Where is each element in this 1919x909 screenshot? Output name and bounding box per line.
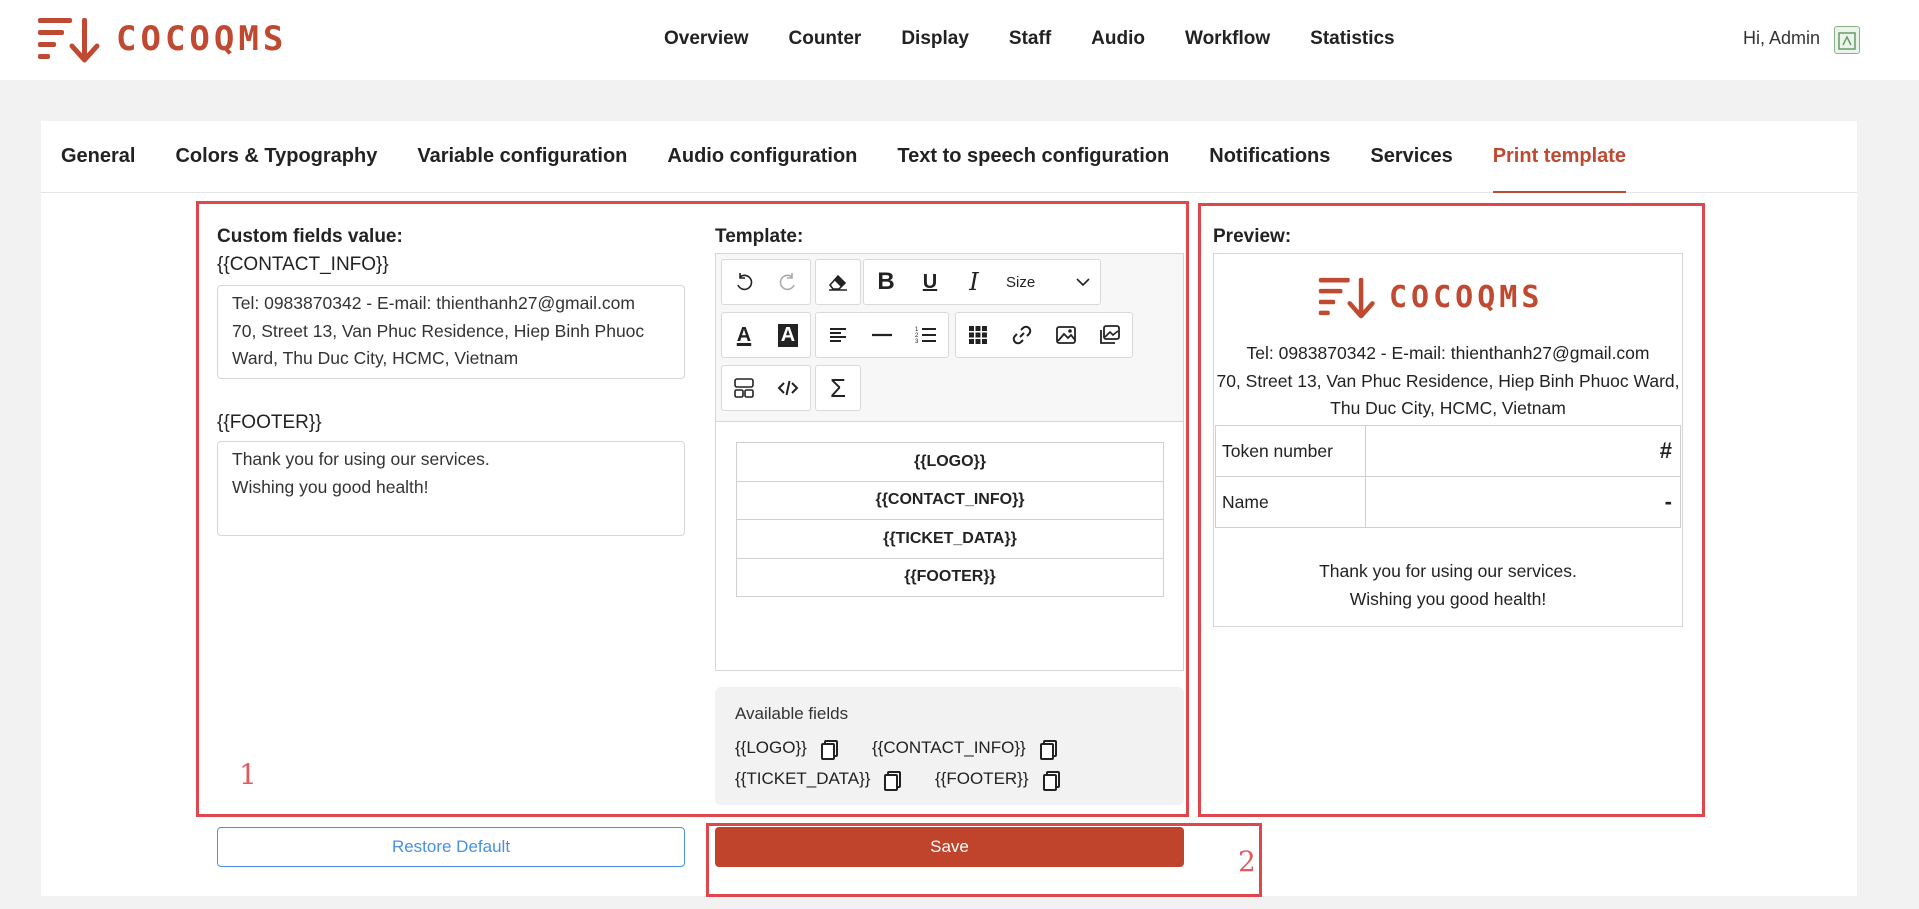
nav-workflow[interactable]: Workflow xyxy=(1185,28,1270,50)
user-greeting[interactable]: Hi, Admin xyxy=(1743,28,1820,49)
tab-print-template[interactable]: Print template xyxy=(1492,121,1627,193)
tab-colors-typography[interactable]: Colors & Typography xyxy=(175,121,377,193)
top-navbar: COCOQMS Overview Counter Display Staff A… xyxy=(0,0,1919,80)
nav-statistics[interactable]: Statistics xyxy=(1310,28,1394,50)
annotation-number-1: 1 xyxy=(239,758,257,791)
main-nav: Overview Counter Display Staff Audio Wor… xyxy=(664,28,1435,50)
highlight-box-editor xyxy=(196,201,1189,817)
tab-general[interactable]: General xyxy=(61,121,135,193)
nav-display[interactable]: Display xyxy=(901,28,969,50)
highlight-box-preview xyxy=(1198,203,1705,817)
avatar-icon[interactable] xyxy=(1834,26,1860,54)
restore-default-button[interactable]: Restore Default xyxy=(217,827,685,867)
tab-notifications[interactable]: Notifications xyxy=(1209,121,1330,193)
nav-counter[interactable]: Counter xyxy=(789,28,862,50)
highlight-box-save xyxy=(706,823,1262,897)
tab-services[interactable]: Services xyxy=(1370,121,1452,193)
nav-staff[interactable]: Staff xyxy=(1009,28,1051,50)
tab-audio-configuration[interactable]: Audio configuration xyxy=(667,121,857,193)
settings-tabs: General Colors & Typography Variable con… xyxy=(41,121,1857,193)
tab-variable-configuration[interactable]: Variable configuration xyxy=(417,121,627,193)
nav-overview[interactable]: Overview xyxy=(664,28,749,50)
nav-audio[interactable]: Audio xyxy=(1091,28,1145,50)
brand-logo[interactable]: COCOQMS xyxy=(36,14,287,64)
tab-tts-configuration[interactable]: Text to speech configuration xyxy=(897,121,1169,193)
logo-icon xyxy=(38,18,100,63)
brand-name: COCOQMS xyxy=(116,19,288,59)
annotation-number-2: 2 xyxy=(1238,845,1256,878)
